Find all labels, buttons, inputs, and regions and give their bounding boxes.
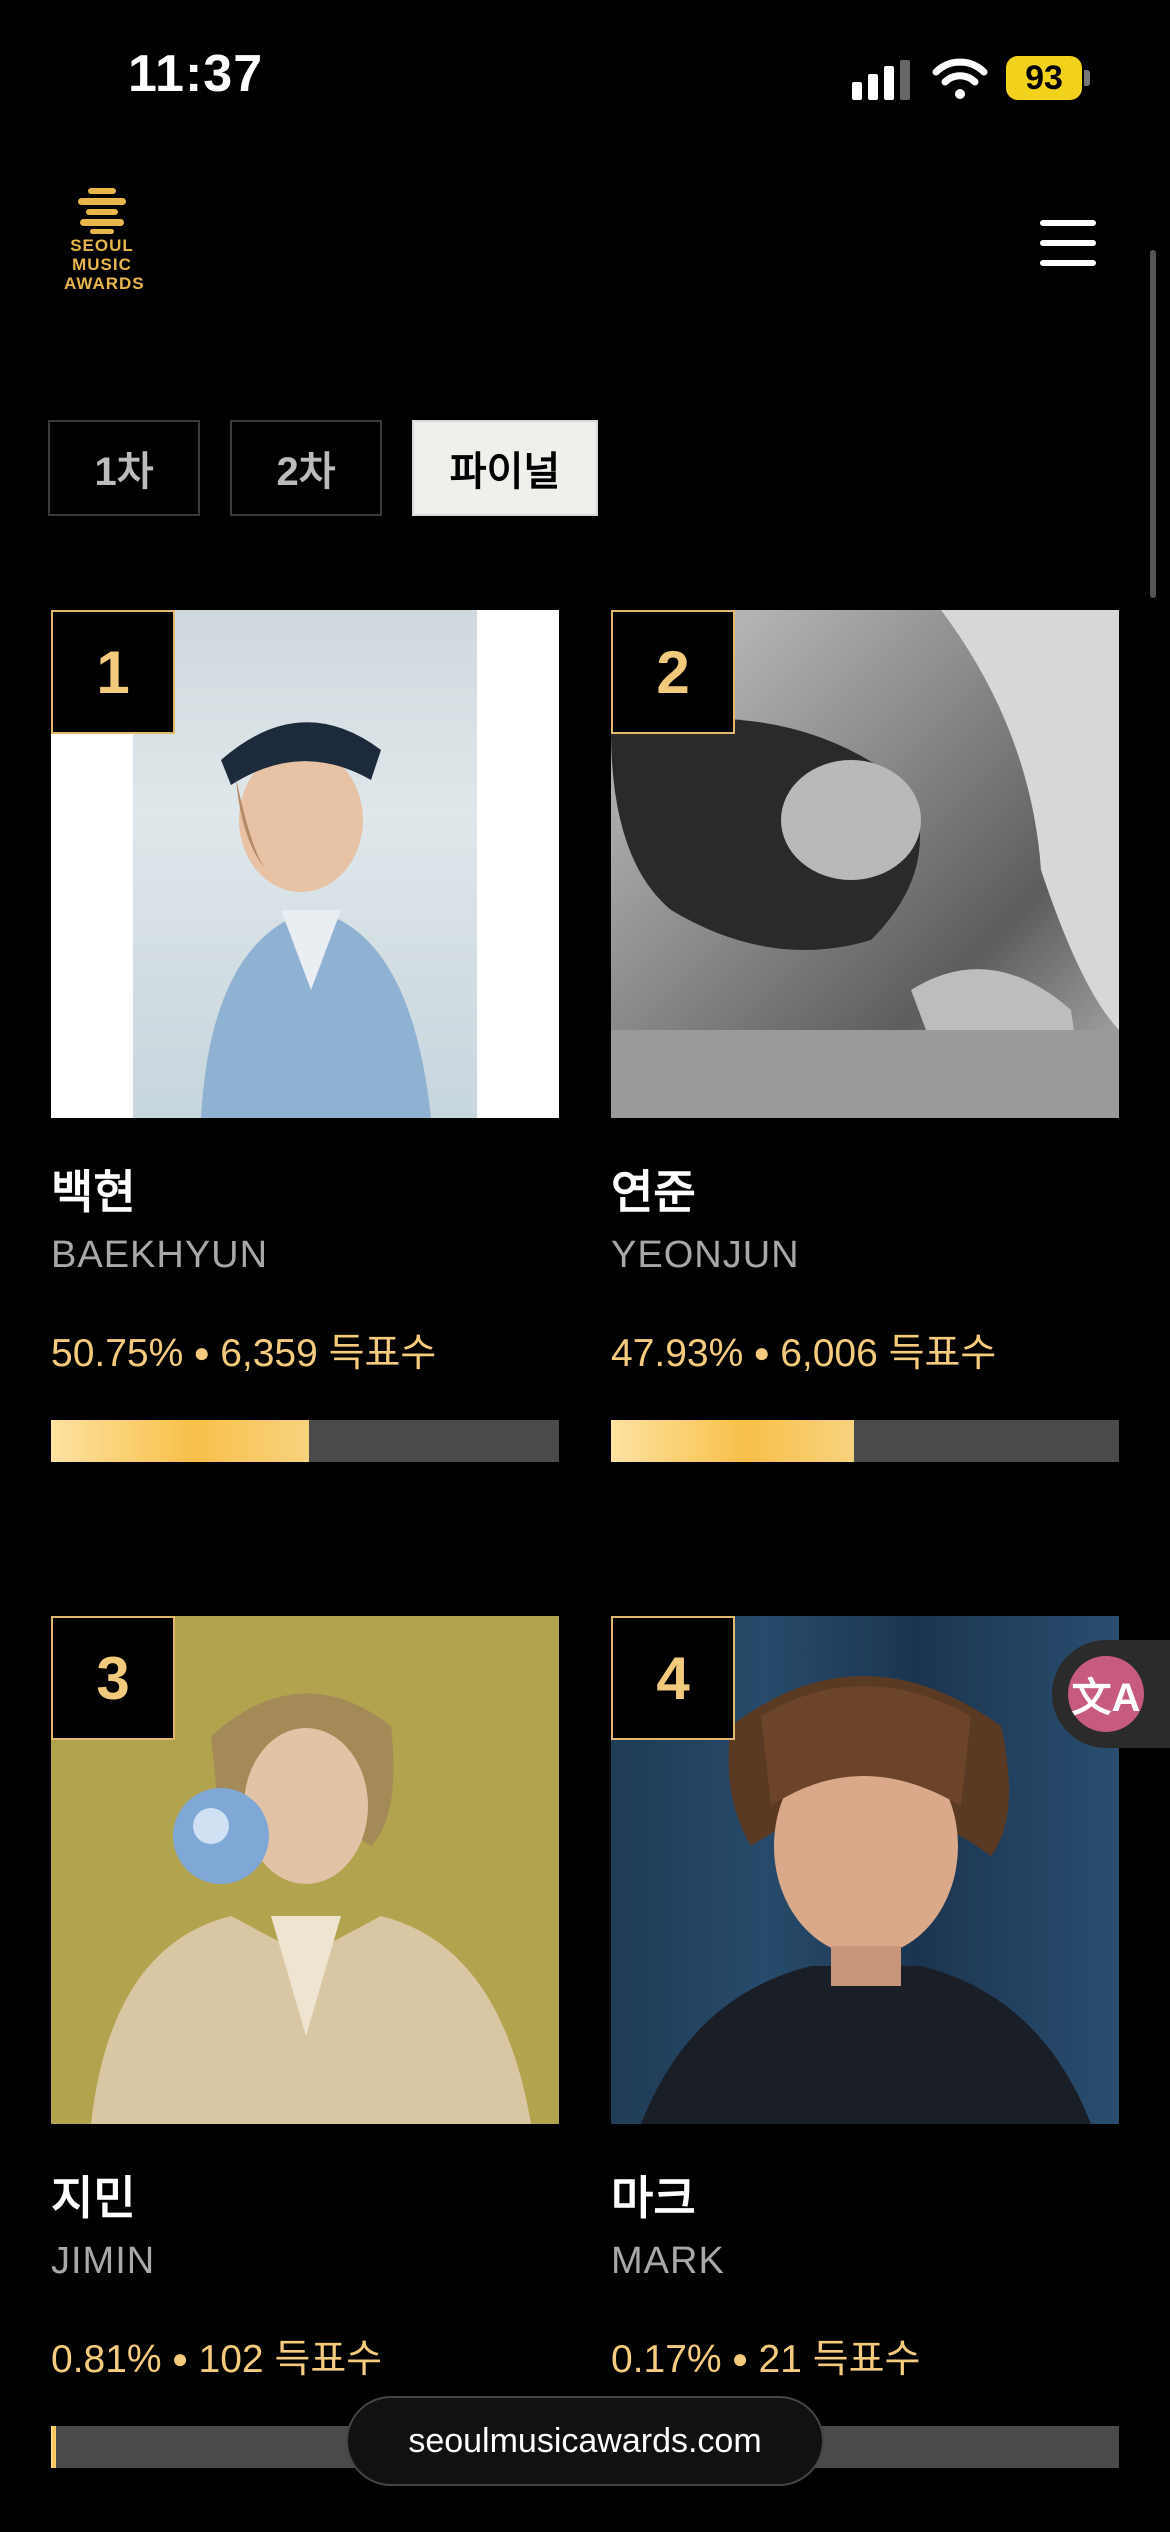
- candidate-name-korean: 백현: [51, 1166, 136, 1218]
- vote-count: 6,006: [780, 1332, 878, 1375]
- vote-percent: 0.17%: [611, 2338, 722, 2381]
- url-bar[interactable]: seoulmusicawards.com: [346, 2396, 824, 2486]
- vote-progress-fill: [51, 1420, 309, 1462]
- candidate-name-korean: 마크: [611, 2172, 696, 2224]
- logo-line: AWARDS: [64, 274, 145, 293]
- round-tabs: 1차 2차 파이널: [48, 420, 598, 516]
- logo-line: MUSIC: [72, 255, 132, 274]
- battery-icon: 93: [1006, 56, 1090, 100]
- separator-dot: ●: [731, 2343, 749, 2374]
- vote-count: 6,359: [220, 1332, 318, 1375]
- rank-badge: 4: [611, 1616, 735, 1740]
- vote-count-label: 득표수: [812, 2338, 921, 2381]
- wifi-icon: [932, 58, 988, 99]
- candidate-photo[interactable]: 4: [611, 1616, 1119, 2124]
- menu-line: [1040, 260, 1096, 266]
- vote-progress-fill: [611, 1420, 855, 1462]
- hamburger-menu-icon[interactable]: [1040, 220, 1096, 266]
- vote-progress-bar: [611, 1420, 1119, 1462]
- rank-badge: 3: [51, 1616, 175, 1740]
- candidate-name-korean: 지민: [51, 2172, 136, 2224]
- candidate-name-english: YEONJUN: [611, 1234, 800, 1276]
- vote-progress-bar: [51, 1420, 559, 1462]
- vote-count-label: 득표수: [888, 1332, 997, 1375]
- vote-percent: 0.81%: [51, 2338, 162, 2381]
- candidate-photo[interactable]: 1: [51, 610, 559, 1118]
- rank-badge: 1: [51, 610, 175, 734]
- candidate-card[interactable]: 2 연준 YEONJUN 47.93% ● 6,006 득표수: [611, 610, 1119, 1462]
- candidate-name-korean: 연준: [611, 1166, 696, 1218]
- battery-cap: [1084, 70, 1090, 86]
- logo-text: SEOUL MUSIC AWARDS: [64, 236, 145, 293]
- logo-mark-icon: [78, 188, 126, 234]
- page: 11:37 93 SEOUL MUSIC AWARDS 1차 2차 파이널 1 …: [0, 0, 1170, 2532]
- cellular-signal-icon: [852, 60, 910, 100]
- tab-round-1[interactable]: 1차: [48, 420, 200, 516]
- vote-stats: 50.75% ● 6,359 득표수: [51, 1322, 436, 1378]
- menu-line: [1040, 220, 1096, 226]
- vote-stats: 0.81% ● 102 득표수: [51, 2328, 382, 2384]
- menu-line: [1040, 240, 1096, 246]
- vote-stats: 47.93% ● 6,006 득표수: [611, 1322, 996, 1378]
- candidate-name-english: JIMIN: [51, 2240, 156, 2282]
- candidate-card[interactable]: 3 지민 JIMIN 0.81% ● 102 득표수: [51, 1616, 559, 2468]
- status-time: 11:37: [128, 45, 264, 103]
- tab-round-2[interactable]: 2차: [230, 420, 382, 516]
- vote-count-label: 득표수: [274, 2338, 383, 2381]
- translate-icon: 文A: [1068, 1656, 1144, 1732]
- vote-stats: 0.17% ● 21 득표수: [611, 2328, 920, 2384]
- candidate-name-english: BAEKHYUN: [51, 1234, 269, 1276]
- candidate-name-english: MARK: [611, 2240, 725, 2282]
- translate-button[interactable]: 文A: [1052, 1640, 1170, 1748]
- status-bar: 11:37 93: [0, 0, 1170, 150]
- separator-dot: ●: [171, 2343, 189, 2374]
- candidate-photo[interactable]: 3: [51, 1616, 559, 2124]
- battery-level: 93: [1006, 56, 1082, 100]
- vote-percent: 47.93%: [611, 1332, 744, 1375]
- candidate-card[interactable]: 4 마크 MARK 0.17% ● 21 득표수: [611, 1616, 1119, 2468]
- vote-count: 21: [758, 2338, 802, 2381]
- tab-final[interactable]: 파이널: [412, 420, 598, 516]
- vote-percent: 50.75%: [51, 1332, 184, 1375]
- candidate-photo[interactable]: 2: [611, 610, 1119, 1118]
- logo-line: SEOUL: [70, 236, 134, 255]
- vote-progress-fill: [51, 2426, 56, 2468]
- candidate-card[interactable]: 1 백현 BAEKHYUN 50.75% ● 6,359 득표수: [51, 610, 559, 1462]
- vote-count-label: 득표수: [328, 1332, 437, 1375]
- seoul-music-awards-logo[interactable]: SEOUL MUSIC AWARDS: [64, 186, 145, 300]
- scrollbar[interactable]: [1150, 250, 1156, 598]
- vote-count: 102: [198, 2338, 264, 2381]
- separator-dot: ●: [753, 1337, 771, 1368]
- separator-dot: ●: [193, 1337, 211, 1368]
- rank-badge: 2: [611, 610, 735, 734]
